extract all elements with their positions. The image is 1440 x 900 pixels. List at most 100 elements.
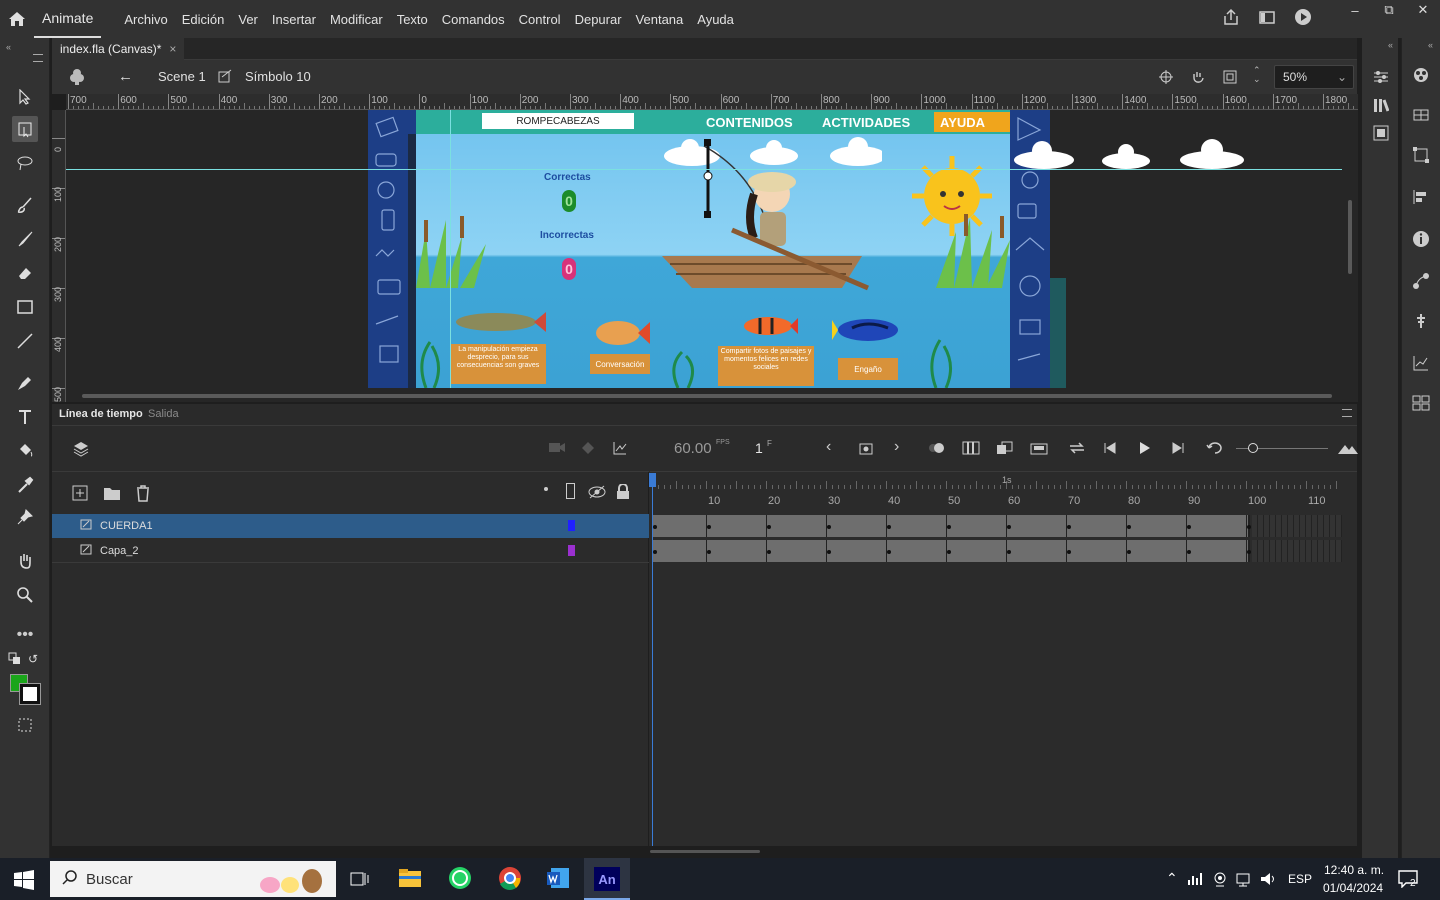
menu-ventana[interactable]: Ventana <box>629 12 691 27</box>
fps-value[interactable]: 60.00 <box>674 440 712 457</box>
keyframe[interactable] <box>767 525 771 529</box>
keyframe[interactable] <box>707 525 711 529</box>
timeline-menu-icon[interactable] <box>1342 409 1352 417</box>
prev-keyframe-icon[interactable]: ‹ <box>826 438 831 456</box>
layer-name[interactable]: CUERDA1 <box>100 520 153 532</box>
panel-menu-icon[interactable] <box>33 54 43 62</box>
eraser-tool-icon[interactable] <box>12 260 38 286</box>
nav-contenidos[interactable]: CONTENIDOS <box>706 112 793 132</box>
eyedropper-tool-icon[interactable] <box>12 472 38 498</box>
stage-v-scrollbar[interactable] <box>1348 200 1352 274</box>
menu-ayuda[interactable]: Ayuda <box>690 12 741 27</box>
workspace-icon[interactable] <box>1258 8 1276 29</box>
lock-icon[interactable] <box>616 483 630 503</box>
playhead[interactable] <box>652 476 653 846</box>
current-frame[interactable]: 1 <box>755 440 763 456</box>
keyframe[interactable] <box>707 550 711 554</box>
insert-keyframe-icon[interactable] <box>858 440 874 459</box>
selection-tool-icon[interactable] <box>12 84 38 110</box>
timeline-h-scrollbar[interactable] <box>650 850 760 853</box>
doc-tab-close[interactable]: × <box>169 42 176 56</box>
tray-webcam-icon[interactable] <box>1212 871 1228 890</box>
nav-actividades[interactable]: ACTIVIDADES <box>822 112 910 132</box>
assets-icon[interactable] <box>1370 122 1392 144</box>
collapse-right2-icon[interactable]: « <box>1428 40 1433 50</box>
zoom-stepper-icon[interactable]: ⌃ ⌄ <box>1253 66 1261 84</box>
tray-time[interactable]: 12:40 a. m. <box>1324 863 1384 877</box>
collapse-right-icon[interactable]: « <box>1388 40 1393 50</box>
rotate-stage-icon[interactable] <box>1190 69 1206 88</box>
card-manipulation[interactable]: La manipulación empieza desprecio, para … <box>450 344 546 384</box>
menu-insertar[interactable]: Insertar <box>265 12 323 27</box>
menu-ver[interactable]: Ver <box>231 12 265 27</box>
swap-colors-icon[interactable]: ↺ <box>28 652 38 666</box>
home-icon[interactable] <box>0 0 34 38</box>
keyframe[interactable] <box>1187 525 1191 529</box>
keyframe[interactable] <box>1247 550 1251 554</box>
tray-date[interactable]: 01/04/2024 <box>1323 881 1383 895</box>
paint-brush-tool-icon[interactable] <box>12 192 38 218</box>
menu-edicion[interactable]: Edición <box>175 12 232 27</box>
layers-icon[interactable] <box>72 440 90 461</box>
whatsapp-icon[interactable] <box>448 866 472 893</box>
stage-h-scrollbar[interactable] <box>82 394 1332 398</box>
symbol-label[interactable]: Símbolo 10 <box>245 69 311 84</box>
color-panel-icon[interactable] <box>1410 64 1432 86</box>
minimize-button[interactable]: – <box>1338 0 1372 20</box>
keyframe[interactable] <box>1127 550 1131 554</box>
swatches-icon[interactable] <box>1410 104 1432 126</box>
graph-icon[interactable] <box>612 440 628 459</box>
back-arrow-icon[interactable]: ← <box>118 68 133 85</box>
selected-rope[interactable] <box>700 138 716 220</box>
frames-row-capa2[interactable] <box>650 539 1357 563</box>
menu-comandos[interactable]: Comandos <box>435 12 512 27</box>
more-tools-icon[interactable]: ••• <box>12 622 38 648</box>
output-chart-icon[interactable] <box>1410 352 1432 374</box>
free-transform-tool-icon[interactable] <box>12 116 38 142</box>
text-tool-icon[interactable] <box>12 404 38 430</box>
lasso-tool-icon[interactable] <box>12 150 38 176</box>
scene-label[interactable]: Scene 1 <box>158 69 206 84</box>
rectangle-tool-icon[interactable] <box>12 294 38 320</box>
keyframe[interactable] <box>947 550 951 554</box>
tab-output[interactable]: Salida <box>148 408 179 420</box>
menu-modificar[interactable]: Modificar <box>323 12 390 27</box>
delete-layer-icon[interactable] <box>135 484 151 505</box>
playhead-handle[interactable] <box>649 473 656 487</box>
tray-volume-icon[interactable] <box>1260 871 1278 890</box>
zoom-select[interactable]: 50% ⌄ <box>1274 65 1354 89</box>
task-view-icon[interactable] <box>350 870 370 891</box>
play-icon[interactable] <box>1136 440 1152 459</box>
layer-name[interactable]: Capa_2 <box>100 545 139 557</box>
layer-row-cuerda1[interactable]: CUERDA1 <box>52 514 649 538</box>
keyframe[interactable] <box>1247 525 1251 529</box>
stage-canvas[interactable]: ROMPECABEZAS CONTENIDOS ACTIVIDADES AYUD… <box>416 110 1010 388</box>
clip-stage-icon[interactable] <box>1222 69 1238 88</box>
empty-frames[interactable] <box>1252 540 1342 562</box>
menu-archivo[interactable]: Archivo <box>117 12 174 27</box>
test-movie-icon[interactable] <box>1294 8 1312 29</box>
tray-meter-icon[interactable] <box>1188 872 1204 889</box>
keyframe[interactable] <box>827 550 831 554</box>
frames-row-cuerda1[interactable] <box>650 514 1357 538</box>
empty-frames[interactable] <box>1252 515 1342 537</box>
loop-playback-icon[interactable] <box>1206 440 1224 459</box>
step-back-icon[interactable] <box>1102 440 1118 459</box>
outline-icon[interactable] <box>566 483 575 499</box>
new-folder-icon[interactable] <box>103 485 121 504</box>
animate-taskbar-button[interactable]: An <box>584 858 630 900</box>
transform-icon[interactable] <box>1410 144 1432 166</box>
restore-button[interactable]: ⧉ <box>1372 0 1406 20</box>
layer-color-swatch[interactable] <box>568 520 575 531</box>
keyframe[interactable] <box>1007 525 1011 529</box>
keyframe[interactable] <box>1007 550 1011 554</box>
keyframe[interactable] <box>653 550 657 554</box>
menu-texto[interactable]: Texto <box>390 12 435 27</box>
chrome-icon[interactable] <box>498 866 522 893</box>
vertical-guide[interactable] <box>450 110 451 388</box>
keyframe[interactable] <box>767 550 771 554</box>
visibility-icon[interactable] <box>588 485 606 502</box>
card-share-photos[interactable]: Compartir fotos de paisajes y momentos f… <box>718 346 814 386</box>
share-icon[interactable] <box>1222 8 1240 29</box>
edit-multiple-icon[interactable] <box>1030 440 1048 459</box>
